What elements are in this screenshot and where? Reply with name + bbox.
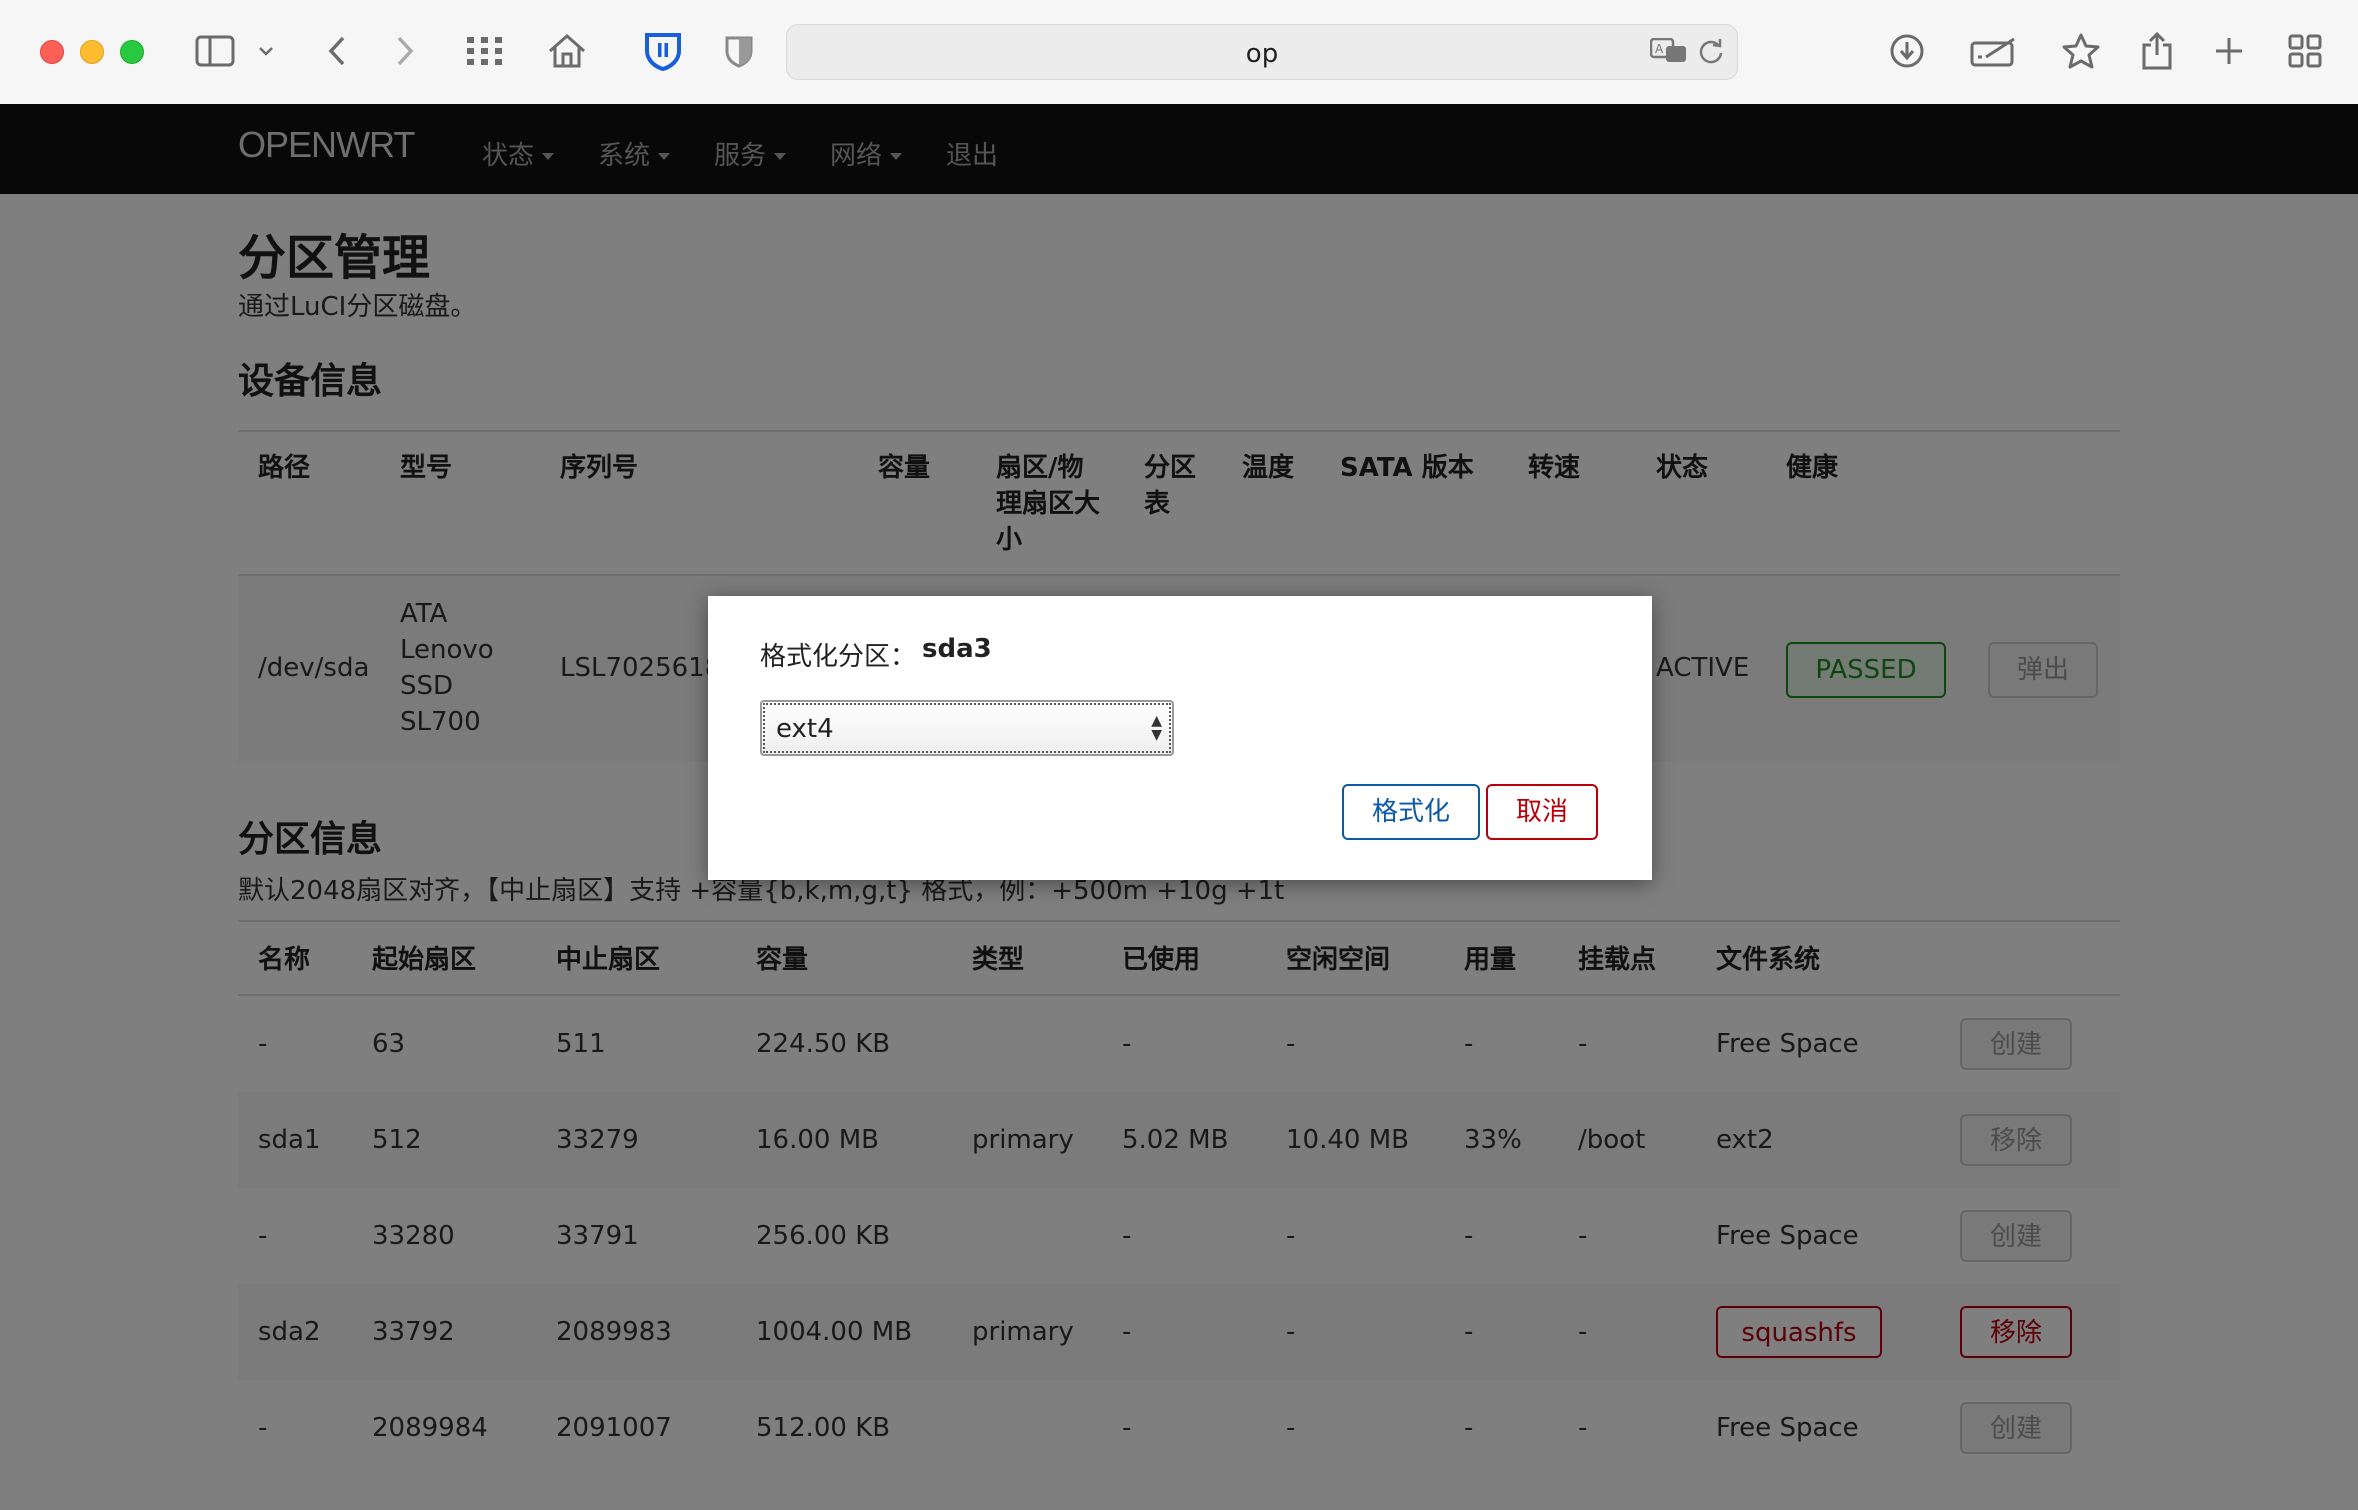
bookmark-star-icon[interactable] bbox=[2056, 26, 2106, 76]
downloads-icon[interactable] bbox=[1882, 26, 1932, 76]
filesystem-select[interactable]: ext4 ▲ ▼ bbox=[760, 700, 1174, 756]
close-window-button[interactable] bbox=[40, 40, 64, 64]
minimize-window-button[interactable] bbox=[80, 40, 104, 64]
tab-overview-icon[interactable] bbox=[2280, 26, 2330, 76]
format-partition-name: sda3 bbox=[922, 634, 992, 664]
tab-grid-icon[interactable] bbox=[460, 26, 510, 76]
translate-icon[interactable]: A bbox=[1647, 27, 1691, 75]
new-tab-icon[interactable] bbox=[2204, 26, 2254, 76]
format-dialog: 格式化分区： sda3 ext4 ▲ ▼ 格式化 取消 bbox=[708, 596, 1652, 880]
share-icon[interactable] bbox=[2132, 26, 2182, 76]
reload-icon[interactable] bbox=[1689, 27, 1733, 75]
forward-icon[interactable] bbox=[380, 26, 430, 76]
markup-icon[interactable] bbox=[1966, 26, 2022, 76]
bitwarden-shield-icon[interactable] bbox=[638, 26, 688, 76]
home-icon[interactable] bbox=[542, 26, 592, 76]
format-dialog-label: 格式化分区： bbox=[760, 642, 917, 672]
zoom-window-button[interactable] bbox=[120, 40, 144, 64]
back-icon[interactable] bbox=[312, 26, 362, 76]
svg-text:A: A bbox=[1655, 42, 1664, 56]
cancel-button[interactable]: 取消 bbox=[1486, 784, 1598, 840]
address-bar-text: op bbox=[1245, 39, 1279, 69]
browser-toolbar: op A bbox=[0, 0, 2358, 105]
sidebar-icon[interactable] bbox=[190, 26, 240, 76]
filesystem-select-value: ext4 bbox=[776, 714, 834, 744]
address-bar[interactable]: op A bbox=[786, 24, 1738, 80]
privacy-shield-icon[interactable] bbox=[714, 26, 764, 76]
chevron-down-icon[interactable] bbox=[244, 26, 288, 76]
select-arrows-icon: ▲ ▼ bbox=[1151, 713, 1162, 743]
format-button[interactable]: 格式化 bbox=[1342, 784, 1480, 840]
